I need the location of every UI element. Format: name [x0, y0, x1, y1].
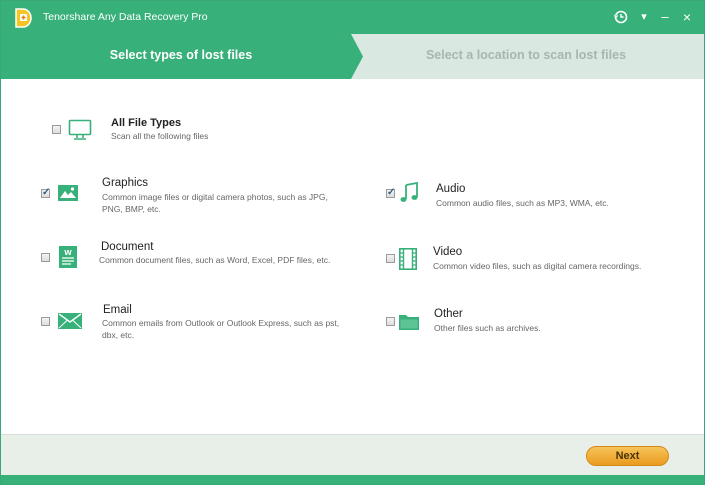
app-logo-icon — [15, 8, 32, 28]
dropdown-button[interactable]: ▾ — [637, 7, 651, 27]
graphics-label: Graphics — [102, 177, 149, 189]
other-label: Other — [434, 308, 463, 320]
other-desc: Other files such as archives. — [434, 323, 541, 333]
minimize-icon: – — [661, 9, 669, 24]
audio-desc: Common audio files, such as MP3, WMA, et… — [436, 198, 609, 208]
dropdown-icon: ▾ — [641, 11, 647, 23]
app-title: Tenorshare Any Data Recovery Pro — [43, 11, 208, 23]
email-label: Email — [103, 304, 132, 316]
all-file-types-checkbox[interactable] — [52, 125, 61, 134]
history-button[interactable] — [612, 7, 630, 27]
graphics-desc: Common image files or digital camera pho… — [102, 192, 328, 214]
close-button[interactable]: × — [680, 7, 694, 27]
footer-bar: Next — [1, 434, 704, 476]
folder-icon — [399, 315, 419, 330]
step-select-location: Select a location to scan lost files — [425, 48, 627, 62]
email-checkbox[interactable] — [41, 317, 50, 326]
check-mark-icon: ✓ — [42, 187, 51, 198]
document-desc: Common document files, such as Word, Exc… — [99, 255, 331, 265]
file-types-panel: All File Types Scan all the following fi… — [1, 79, 704, 434]
email-desc: Common emails from Outlook or Outlook Ex… — [102, 318, 340, 340]
envelope-icon — [58, 313, 82, 329]
document-label: Document — [101, 241, 154, 253]
word-document-icon: W — [59, 246, 77, 268]
video-checkbox[interactable] — [386, 254, 395, 263]
music-note-icon — [400, 182, 418, 202]
video-desc: Common video files, such as digital came… — [433, 261, 642, 271]
document-checkbox[interactable] — [41, 253, 50, 262]
check-mark-icon: ✓ — [387, 187, 396, 198]
monitor-icon — [68, 119, 92, 140]
step-indicator: Select types of lost files Select a loca… — [1, 34, 704, 79]
svg-text:W: W — [64, 249, 72, 257]
bottom-accent-strip — [1, 475, 704, 484]
title-bar: Tenorshare Any Data Recovery Pro ▾ – × — [1, 1, 704, 34]
all-file-types-label: All File Types — [111, 117, 182, 129]
audio-label: Audio — [436, 183, 466, 195]
audio-checkbox[interactable]: ✓ — [386, 187, 396, 198]
step-select-types: Select types of lost files — [109, 48, 253, 62]
history-icon — [613, 10, 628, 24]
minimize-button[interactable]: – — [658, 7, 672, 27]
film-icon — [399, 248, 417, 270]
graphics-checkbox[interactable]: ✓ — [41, 187, 51, 198]
next-button[interactable]: Next — [586, 446, 669, 466]
image-icon — [58, 185, 78, 201]
all-file-types-desc: Scan all the following files — [111, 131, 209, 141]
video-label: Video — [433, 246, 463, 258]
close-icon: × — [682, 9, 692, 25]
other-checkbox[interactable] — [386, 317, 395, 326]
app-window: Tenorshare Any Data Recovery Pro ▾ – × S… — [0, 0, 705, 485]
